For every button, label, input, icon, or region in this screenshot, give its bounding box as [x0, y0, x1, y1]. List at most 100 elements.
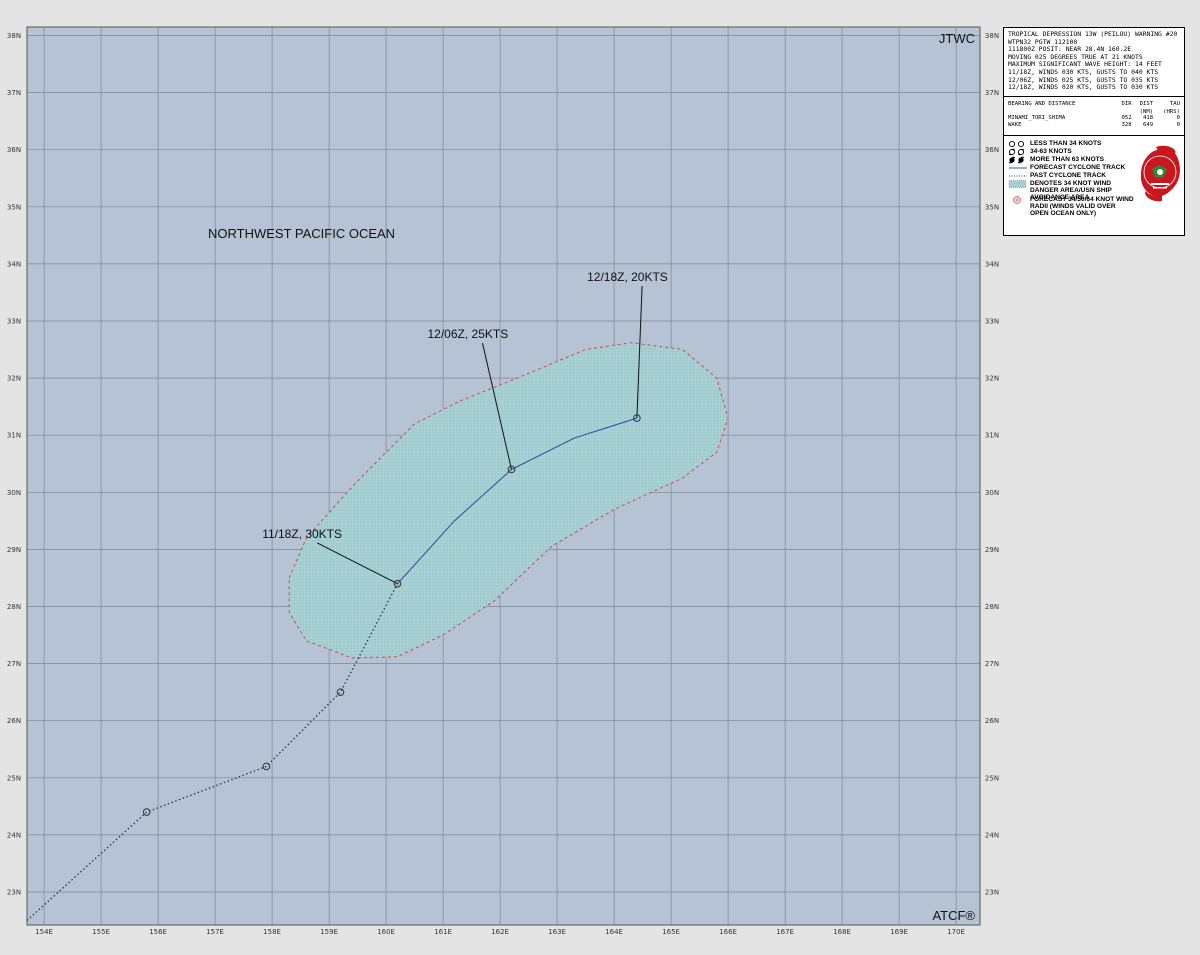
longitude-label: 157E — [206, 928, 224, 936]
past-track-line-icon — [1009, 175, 1027, 177]
latitude-label-right: 25N — [985, 774, 999, 782]
legend-item: LESS THAN 34 KNOTS — [1008, 140, 1136, 148]
longitude-label: 168E — [833, 928, 851, 936]
latitude-label-left: 35N — [7, 203, 21, 211]
legend-item: FORECAST CYCLONE TRACK — [1008, 164, 1136, 172]
longitude-label: 158E — [263, 928, 281, 936]
bearing-tau: 0 — [1176, 115, 1180, 122]
storm-outline-icon — [1008, 148, 1025, 156]
longitude-label: 161E — [434, 928, 452, 936]
warning-legend-panel: TROPICAL DEPRESSION 13W (PEILOU) WARNING… — [1003, 27, 1185, 236]
longitude-label: 154E — [35, 928, 53, 936]
longitude-label: 167E — [776, 928, 794, 936]
hurricane-emblem-icon — [1140, 145, 1180, 202]
warning-winds-3: 12/18Z, WINDS 020 KTS, GUSTS TO 030 KTS — [1008, 84, 1159, 92]
latitude-label-left: 33N — [7, 318, 21, 326]
warning-winds-2: 12/06Z, WINDS 025 KTS, GUSTS TO 035 KTS — [1008, 76, 1159, 84]
warning-position: 111800Z POSIT: NEAR 28.4N 160.2E — [1008, 46, 1132, 54]
longitude-label: 155E — [92, 928, 110, 936]
danger-area-swatch-icon — [1008, 180, 1027, 188]
bearing-title: BEARING AND DISTANCE — [1008, 101, 1076, 107]
latitude-label-left: 37N — [7, 89, 21, 97]
forecast-line-icon — [1009, 167, 1027, 169]
forecast-point-label: 12/06Z, 25KTS — [428, 327, 509, 341]
bearing-dir: 328 — [1121, 121, 1132, 128]
bearing-subheader-hrs: (HRS) — [1163, 108, 1180, 115]
forecast-point-label: 11/18Z, 30KTS — [262, 527, 342, 541]
warning-text-block: TROPICAL DEPRESSION 13W (PEILOU) WARNING… — [1008, 31, 1182, 92]
legend-item: MORE THAN 63 KNOTS — [1008, 156, 1136, 164]
bearing-dist: 649 — [1142, 121, 1154, 128]
latitude-label-left: 25N — [7, 774, 21, 782]
divider — [1004, 135, 1184, 136]
atcf-label: ATCF® — [932, 908, 975, 923]
forecast-point-label: 12/18Z, 20KTS — [587, 270, 668, 284]
legend-item: PAST CYCLONE TRACK — [1008, 172, 1136, 180]
latitude-label-right: 38N — [985, 32, 999, 40]
latitude-label-left: 26N — [7, 717, 21, 725]
bearing-distance-table: BEARING AND DISTANCE DIR DIST TAU (NM) (… — [1008, 101, 1180, 128]
latitude-label-left: 34N — [7, 260, 21, 268]
bearing-dir: 052 — [1121, 115, 1132, 122]
latitude-label-right: 24N — [985, 831, 999, 839]
latitude-label-right: 34N — [985, 260, 999, 268]
bearing-place: MINAMI_TORI_SHIMA — [1008, 115, 1066, 122]
latitude-label-right: 30N — [985, 489, 999, 497]
warning-winds-1: 11/18Z, WINDS 030 KTS, GUSTS TO 040 KTS — [1008, 68, 1159, 76]
jtwc-label: JTWC — [939, 31, 975, 46]
warning-wave-height: MAXIMUM SIGNIFICANT WAVE HEIGHT: 14 FEET — [1008, 61, 1162, 69]
latitude-label-left: 30N — [7, 489, 21, 497]
bearing-header-dist: DIST — [1139, 101, 1154, 107]
latitude-label-right: 23N — [985, 889, 999, 897]
latitude-label-left: 32N — [7, 375, 21, 383]
longitude-label: 169E — [890, 928, 908, 936]
region-label: NORTHWEST PACIFIC OCEAN — [208, 226, 395, 241]
bearing-subheader-nm: (NM) — [1139, 108, 1154, 115]
latitude-label-left: 27N — [7, 660, 21, 668]
bearing-header-tau: TAU — [1169, 101, 1180, 107]
latitude-label-right: 35N — [985, 203, 999, 211]
latitude-label-left: 31N — [7, 432, 21, 440]
bearing-header-dir: DIR — [1121, 101, 1132, 107]
latitude-label-left: 36N — [7, 146, 21, 154]
warning-header: WTPN32 PGTW 112100 — [1008, 38, 1078, 46]
longitude-label: 160E — [377, 928, 395, 936]
bearing-dist: 418 — [1142, 115, 1154, 122]
latitude-label-left: 23N — [7, 889, 21, 897]
divider — [1004, 96, 1184, 97]
latitude-label-right: 26N — [985, 717, 999, 725]
latitude-label-right: 36N — [985, 146, 999, 154]
longitude-label: 162E — [491, 928, 509, 936]
longitude-label: 165E — [662, 928, 680, 936]
bearing-place: WAKE — [1008, 121, 1022, 128]
latitude-label-right: 31N — [985, 432, 999, 440]
wind-radii-icon — [1013, 196, 1021, 204]
table-row: WAKE 328 649 0 — [1008, 122, 1180, 129]
bearing-tau: 0 — [1176, 121, 1180, 128]
storm-filled-icon — [1008, 156, 1025, 164]
legend-item: FORECAST 34/50/64 KNOT WIND RADII (WINDS… — [1008, 196, 1136, 217]
latitude-label-left: 28N — [7, 603, 21, 611]
longitude-label: 164E — [605, 928, 623, 936]
latitude-label-right: 33N — [985, 318, 999, 326]
latitude-label-left: 29N — [7, 546, 21, 554]
warning-title: TROPICAL DEPRESSION 13W (PEILOU) WARNING… — [1008, 31, 1178, 38]
latitude-label-left: 24N — [7, 831, 21, 839]
longitude-label: 166E — [719, 928, 737, 936]
latitude-label-right: 27N — [985, 660, 999, 668]
latitude-label-right: 32N — [985, 375, 999, 383]
latitude-label-right: 28N — [985, 603, 999, 611]
latitude-label-right: 29N — [985, 546, 999, 554]
longitude-label: 170E — [947, 928, 965, 936]
legend-item: 34-63 KNOTS — [1008, 148, 1136, 156]
open-circle-icon — [1008, 140, 1025, 148]
legend-key: LESS THAN 34 KNOTS 34-63 KNOTS MORE THAN… — [1008, 140, 1136, 217]
legend-item: DENOTES 34 KNOT WIND DANGER AREA/USN SHI… — [1008, 180, 1136, 201]
longitude-label: 159E — [320, 928, 338, 936]
table-row: MINAMI_TORI_SHIMA 052 418 0 — [1008, 115, 1180, 122]
latitude-label-left: 38N — [7, 32, 21, 40]
latitude-label-right: 37N — [985, 89, 999, 97]
longitude-label: 163E — [548, 928, 566, 936]
warning-movement: MOVING 025 DEGREES TRUE AT 21 KNOTS — [1008, 53, 1143, 61]
longitude-labels: 154E 155E 156E 157E 158E 159E 160E 161E 162E 163E… — [35, 928, 965, 936]
